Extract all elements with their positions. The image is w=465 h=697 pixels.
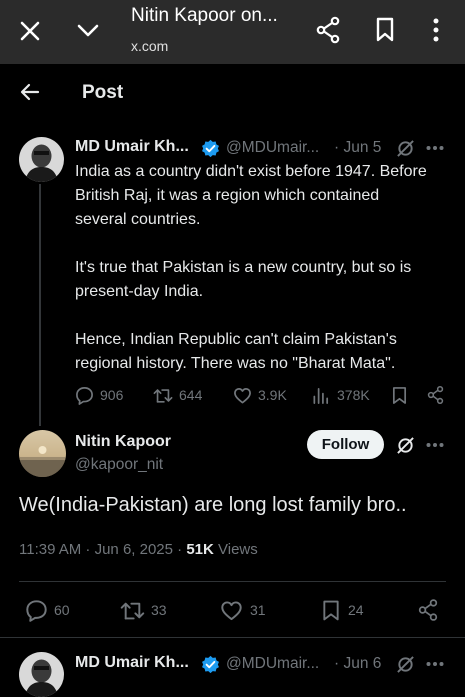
browser-bar: Nitin Kapoor on... x.com: [0, 0, 465, 64]
post-timestamp[interactable]: 11:39 AM · Jun 6, 2025 ·: [19, 541, 186, 558]
repost-icon: [153, 389, 173, 403]
views-count: 378K: [337, 387, 370, 403]
post-date[interactable]: · Jun 5: [334, 139, 381, 157]
bookmark-icon[interactable]: [391, 386, 408, 405]
reply-count: 906: [100, 387, 124, 403]
back-arrow-icon[interactable]: [20, 82, 40, 102]
more-horizontal-icon[interactable]: [426, 661, 444, 667]
reply-icon: [76, 387, 93, 405]
bookmark-icon: [323, 600, 339, 621]
like-button[interactable]: 31: [220, 599, 270, 623]
chevron-down-icon[interactable]: [76, 22, 100, 38]
grok-icon[interactable]: [396, 139, 415, 158]
reply-count: 60: [54, 602, 70, 618]
bookmark-count: 24: [348, 602, 364, 618]
repost-count: 644: [179, 387, 203, 403]
browser-title[interactable]: Nitin Kapoor on...: [131, 5, 301, 27]
post-meta: 11:39 AM · Jun 6, 2025 · 51K Views: [19, 541, 258, 558]
share-icon[interactable]: [426, 385, 445, 405]
views-button[interactable]: 378K: [312, 386, 376, 406]
like-count: 31: [250, 602, 266, 618]
post-date[interactable]: · Jun 6: [334, 655, 381, 673]
post-text: We(India-Pakistan) are long lost family …: [19, 494, 407, 516]
repost-count: 33: [151, 602, 167, 618]
author-handle[interactable]: @MDUmair...: [226, 655, 319, 673]
author-name[interactable]: MD Umair Kh...: [75, 138, 189, 156]
divider: [19, 581, 446, 582]
grok-icon[interactable]: [396, 655, 415, 674]
share-icon[interactable]: [315, 16, 341, 44]
reply-button[interactable]: 60: [25, 599, 80, 623]
more-horizontal-icon[interactable]: [426, 442, 444, 448]
browser-domain: x.com: [131, 38, 169, 54]
repost-button[interactable]: 33: [120, 599, 175, 623]
post-paragraph: India as a country didn't exist before 1…: [75, 163, 427, 228]
repost-button[interactable]: 644: [153, 386, 213, 406]
author-name[interactable]: Nitin Kapoor: [75, 433, 171, 451]
like-icon: [234, 387, 251, 404]
divider: [0, 637, 465, 638]
avatar[interactable]: [19, 652, 64, 697]
follow-button[interactable]: Follow: [307, 430, 384, 459]
thread-line: [39, 184, 41, 426]
author-name[interactable]: MD Umair Kh...: [75, 654, 189, 672]
more-vertical-icon[interactable]: [432, 17, 440, 43]
bookmark-button[interactable]: 24: [321, 599, 371, 623]
post-text: India as a country didn't exist before 1…: [75, 160, 435, 376]
avatar[interactable]: [19, 430, 66, 477]
views-icon: [313, 387, 329, 404]
views-label: Views: [213, 541, 258, 558]
verified-badge-icon: [202, 655, 219, 674]
more-horizontal-icon[interactable]: [426, 145, 444, 151]
reply-button[interactable]: 906: [75, 386, 135, 406]
page-title: Post: [82, 82, 124, 103]
share-icon[interactable]: [417, 598, 439, 622]
grok-icon[interactable]: [396, 436, 415, 455]
post-paragraph: Hence, Indian Republic can't claim Pakis…: [75, 331, 397, 372]
author-handle[interactable]: @MDUmair...: [226, 139, 319, 157]
bookmark-icon[interactable]: [375, 17, 395, 43]
post-paragraph: It's true that Pakistan is a new country…: [75, 259, 412, 300]
like-count: 3.9K: [258, 387, 287, 403]
avatar[interactable]: [19, 137, 64, 182]
author-handle[interactable]: @kapoor_nit: [75, 456, 163, 474]
like-icon: [221, 601, 242, 621]
reply-icon: [26, 600, 47, 622]
repost-icon: [120, 602, 145, 620]
verified-badge-icon: [202, 139, 219, 158]
views-count: 51K: [186, 541, 214, 558]
close-icon[interactable]: [19, 20, 41, 42]
post-header: Post: [0, 64, 465, 120]
like-button[interactable]: 3.9K: [233, 386, 295, 406]
